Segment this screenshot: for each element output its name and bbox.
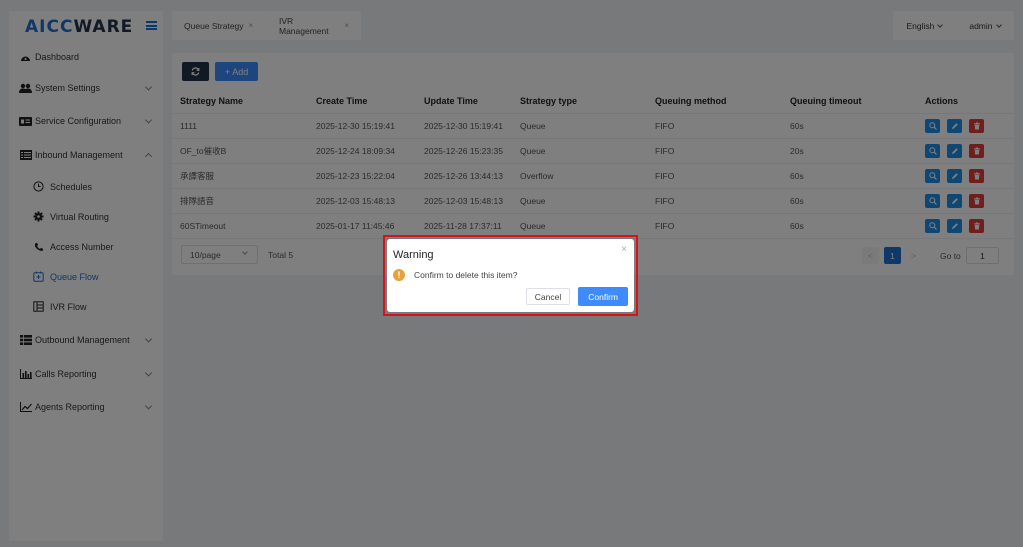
dialog-title: Warning xyxy=(393,249,434,261)
cancel-button[interactable]: Cancel xyxy=(525,288,571,305)
dialog-footer: Cancel Confirm xyxy=(525,287,628,306)
dialog-body: ! Confirm to delete this item? xyxy=(393,269,628,281)
close-icon[interactable]: × xyxy=(621,244,627,255)
warning-icon: ! xyxy=(393,269,405,281)
dialog-message: Confirm to delete this item? xyxy=(414,270,518,280)
dialog-highlight-frame: Warning × ! Confirm to delete this item?… xyxy=(383,235,638,316)
confirm-button[interactable]: Confirm xyxy=(578,287,628,306)
warning-dialog: Warning × ! Confirm to delete this item?… xyxy=(387,239,634,312)
